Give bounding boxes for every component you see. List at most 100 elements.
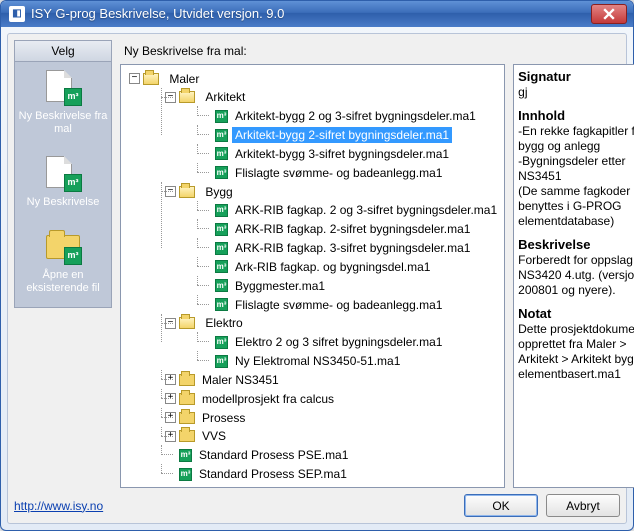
info-signatur-body: gj — [518, 85, 634, 100]
tree-item[interactable]: m³ Arkitekt-bygg 2-sifret bygningsdeler.m… — [197, 125, 500, 144]
info-beskrivelse-body: Forberedt for oppslag i NS3420 4.utg. (v… — [518, 253, 634, 298]
template-icon: m³ — [215, 336, 228, 349]
template-tree[interactable]: Maler Arkitekt m³ Arkitekt-bygg 2 og 3-si… — [120, 64, 505, 488]
folder-icon — [179, 317, 195, 329]
tree-item[interactable]: m³Arkitekt-bygg 3-sifret bygningsdeler.m… — [197, 144, 500, 163]
tree-label[interactable]: Prosess — [199, 410, 248, 426]
panel-title: Ny Beskrivelse fra mal: — [124, 44, 634, 58]
tree-root[interactable]: Maler Arkitekt m³ Arkitekt-bygg 2 og 3-si… — [125, 69, 500, 483]
titlebar[interactable]: ◧ ISY G-prog Beskrivelse, Utvidet versjo… — [1, 1, 633, 27]
info-notat-body: Dette prosjektdokument er opprettet fra … — [518, 322, 634, 382]
template-icon: m³ — [215, 223, 228, 236]
app-icon: ◧ — [9, 6, 25, 22]
tree-folder-collapsed[interactable]: Prosess — [161, 408, 500, 427]
tree-label[interactable]: Flislagte svømme- og badeanlegg.ma1 — [232, 165, 445, 181]
collapse-icon[interactable] — [165, 318, 176, 329]
tree-label[interactable]: Arkitekt-bygg 3-sifret bygningsdeler.ma1 — [232, 146, 452, 162]
folder-icon — [179, 374, 195, 386]
tree-folder-arkitekt[interactable]: Arkitekt m³ Arkitekt-bygg 2 og 3-sifret b… — [161, 88, 500, 182]
tree-label[interactable]: Byggmester.ma1 — [232, 278, 328, 294]
expand-icon[interactable] — [165, 393, 176, 404]
template-icon: m³ — [215, 129, 228, 142]
folder-icon — [179, 393, 195, 405]
template-icon: m³ — [215, 110, 228, 123]
tree-label[interactable]: Arkitekt-bygg 2 og 3-sifret bygningsdele… — [232, 108, 479, 124]
tree-label[interactable]: Standard Prosess PSE.ma1 — [196, 447, 351, 463]
close-icon — [603, 8, 615, 20]
tree-label[interactable]: ARK-RIB fagkap. 3-sifret bygningsdeler.m… — [232, 240, 473, 256]
tree-folder-bygg[interactable]: Bygg m³ ARK-RIB fagkap. 2 og 3-sifret byg… — [161, 182, 500, 314]
tree-label[interactable]: Maler NS3451 — [199, 372, 282, 388]
top-row: Velg m³ Ny Beskrivelse fra mal m³ Ny Bes… — [14, 40, 620, 488]
tree-label[interactable]: Bygg — [202, 184, 235, 200]
folder-icon — [179, 430, 195, 442]
tree-item[interactable]: m³ Flislagte svømme- og badeanlegg.ma1 — [197, 163, 500, 182]
expand-icon[interactable] — [165, 431, 176, 442]
expand-icon[interactable] — [165, 412, 176, 423]
tree-label[interactable]: Ny Elektromal NS3450-51.ma1 — [232, 353, 403, 369]
tree-item[interactable]: m³Ark-RIB fagkap. og bygningsdel.ma1 — [197, 257, 500, 276]
cube-icon: m³ — [64, 88, 82, 106]
collapse-icon[interactable] — [129, 73, 140, 84]
expand-icon[interactable] — [165, 374, 176, 385]
template-icon: m³ — [179, 449, 192, 462]
collapse-icon[interactable] — [165, 92, 176, 103]
window-title: ISY G-prog Beskrivelse, Utvidet versjon.… — [31, 6, 589, 21]
info-notat-title: Notat — [518, 306, 634, 321]
tree-label[interactable]: Arkitekt — [202, 89, 248, 105]
close-button[interactable] — [591, 4, 627, 24]
footer-row: http://www.isy.no OK Avbryt — [14, 488, 620, 517]
tree-item[interactable]: m³ ARK-RIB fagkap. 2 og 3-sifret bygnings… — [197, 201, 500, 220]
sidebar-item-new-from-template[interactable]: m³ Ny Beskrivelse fra mal — [15, 62, 111, 148]
collapse-icon[interactable] — [165, 186, 176, 197]
template-icon: m³ — [215, 355, 228, 368]
tree-label[interactable]: ARK-RIB fagkap. 2-sifret bygningsdeler.m… — [232, 221, 473, 237]
tree-item[interactable]: m³ Elektro 2 og 3 sifret bygningsdeler.ma… — [197, 332, 500, 351]
info-innhold-line: -Bygningsdeler etter NS3451 — [518, 154, 634, 184]
sidebar-item-label: Åpne en eksisterende fil — [17, 269, 109, 295]
tree-label[interactable]: Ark-RIB fagkap. og bygningsdel.ma1 — [232, 259, 433, 275]
tree-label[interactable]: Maler — [166, 71, 202, 87]
tree-label[interactable]: VVS — [199, 428, 229, 444]
tree-item[interactable]: m³ Standard Prosess SEP.ma1 — [161, 464, 500, 483]
sidebar-item-new-blank[interactable]: m³ Ny Beskrivelse — [15, 148, 111, 221]
cancel-button[interactable]: Avbryt — [546, 494, 620, 517]
info-panel: Signatur gj Innhold -En rekke fagkapitle… — [513, 64, 634, 488]
tree-label[interactable]: modellprosjekt fra calcus — [199, 391, 337, 407]
tree-item[interactable]: m³ ARK-RIB fagkap. 3-sifret bygningsdeler… — [197, 238, 500, 257]
tree-folder-collapsed[interactable]: modellprosjekt fra calcus — [161, 389, 500, 408]
tree-item[interactable]: m³ Ny Elektromal NS3450-51.ma1 — [197, 351, 500, 370]
info-signatur-title: Signatur — [518, 69, 634, 84]
tree-folder-collapsed[interactable]: VVS — [161, 427, 500, 446]
info-innhold-line: -En rekke fagkapitler for bygg og anlegg — [518, 124, 634, 154]
sidebar-item-label: Ny Beskrivelse fra mal — [17, 110, 109, 136]
template-icon: m³ — [215, 166, 228, 179]
tree-item[interactable]: m³Byggmester.ma1 — [197, 276, 500, 295]
template-icon: m³ — [215, 298, 228, 311]
tree-item[interactable]: m³ Standard Prosess PSE.ma1 — [161, 445, 500, 464]
folder-icon — [143, 73, 159, 85]
tree-label[interactable]: ARK-RIB fagkap. 2 og 3-sifret bygningsde… — [232, 202, 500, 218]
tree-folder-elektro[interactable]: Elektro m³ Elektro 2 og 3 sifret bygnings… — [161, 314, 500, 370]
sidebar-item-open-existing[interactable]: m³ Åpne en eksisterende fil — [15, 221, 111, 307]
tree-item[interactable]: m³ Flislagte svømme- og badeanlegg.ma1 — [197, 295, 500, 314]
tree-item[interactable]: m³ Arkitekt-bygg 2 og 3-sifret bygningsde… — [197, 106, 500, 125]
tree-label[interactable]: Flislagte svømme- og badeanlegg.ma1 — [232, 297, 445, 313]
tree-label[interactable]: Elektro — [202, 315, 245, 331]
ok-button[interactable]: OK — [464, 494, 538, 517]
info-beskrivelse-title: Beskrivelse — [518, 237, 634, 252]
tree-folder-collapsed[interactable]: Maler NS3451 — [161, 370, 500, 389]
template-icon: m³ — [215, 204, 228, 217]
tree-label[interactable]: Elektro 2 og 3 sifret bygningsdeler.ma1 — [232, 334, 445, 350]
tree-label-selected[interactable]: Arkitekt-bygg 2-sifret bygningsdeler.ma1 — [232, 127, 452, 143]
info-innhold-line: (De samme fagkoder benyttes i G-PROG ele… — [518, 184, 634, 229]
client-area: Velg m³ Ny Beskrivelse fra mal m³ Ny Bes… — [7, 33, 627, 524]
sidebar: Velg m³ Ny Beskrivelse fra mal m³ Ny Bes… — [14, 40, 112, 308]
cube-icon: m³ — [64, 174, 82, 192]
template-icon: m³ — [179, 468, 192, 481]
tree-label[interactable]: Standard Prosess SEP.ma1 — [196, 466, 350, 482]
tree-item[interactable]: m³ ARK-RIB fagkap. 2-sifret bygningsdeler… — [197, 219, 500, 238]
folder-icon — [179, 412, 195, 424]
template-icon: m³ — [215, 242, 228, 255]
website-link[interactable]: http://www.isy.no — [14, 499, 103, 513]
